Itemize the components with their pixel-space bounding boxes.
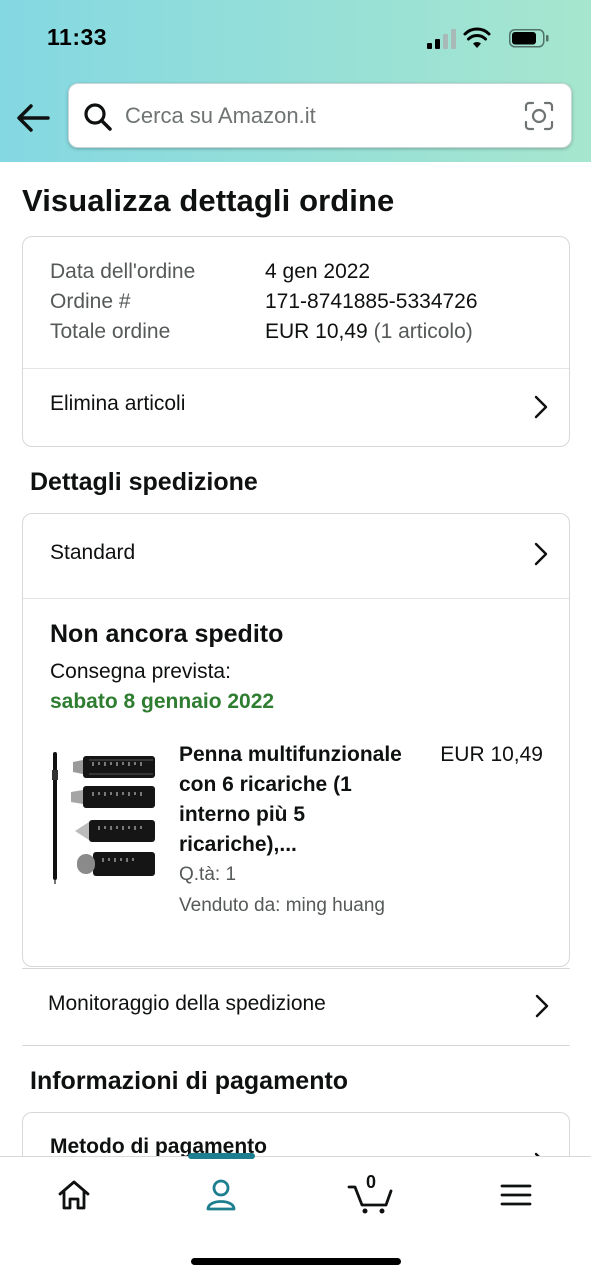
chevron-right-icon [535, 994, 549, 1018]
top-bar: 11:33 [0, 0, 591, 162]
order-number-label: Ordine # [50, 290, 131, 313]
cart-count: 0 [366, 1172, 377, 1192]
status-time: 11:33 [47, 24, 108, 50]
tool-head-2 [71, 786, 155, 808]
search-bar[interactable] [68, 83, 572, 148]
status-icons [427, 26, 563, 50]
delete-items-row[interactable]: Elimina articoli [23, 369, 569, 447]
search-icon [84, 103, 112, 131]
order-total-value-wrap: EUR 10,49 (1 articolo) [265, 317, 473, 347]
order-total-value: EUR 10,49 [265, 320, 368, 343]
arrow-left-icon [17, 104, 50, 132]
delivery-date: sabato 8 gennaio 2022 [50, 690, 275, 713]
nav-menu[interactable] [496, 1175, 540, 1215]
order-date-row: Data dell'ordine 4 gen 2022 [23, 257, 569, 287]
home-icon [58, 1180, 90, 1210]
divider [23, 598, 569, 599]
shipping-card: Standard Non ancora spedito Consegna pre… [22, 513, 570, 967]
order-date-value: 4 gen 2022 [265, 260, 371, 283]
order-total-row: Totale ordine EUR 10,49 (1 articolo) [23, 317, 569, 347]
search-input[interactable] [125, 96, 505, 136]
delivery-label: Consegna prevista: [50, 660, 231, 683]
tracking-row[interactable]: Monitoraggio della spedizione [22, 968, 570, 1046]
system-status-icons [427, 27, 549, 49]
signal-icon [427, 29, 456, 49]
nav-account[interactable] [201, 1175, 245, 1215]
payment-section-title: Informazioni di pagamento [30, 1067, 349, 1095]
tracking-label: Monitoraggio della spedizione [48, 992, 326, 1015]
shipping-method-row[interactable]: Standard [23, 514, 569, 598]
shipping-method-label: Standard [50, 541, 136, 564]
pen-product-icon [52, 752, 155, 884]
chevron-right-icon [534, 395, 548, 419]
active-tab-indicator [188, 1153, 255, 1159]
camera-scan-icon[interactable] [523, 100, 555, 132]
product-title[interactable]: Penna multifunzionale con 6 ricariche (1… [179, 740, 424, 860]
order-item-count: (1 articolo) [373, 320, 473, 343]
page-title: Visualizza dettagli ordine [22, 183, 395, 218]
tool-head-1 [73, 756, 155, 778]
order-number-value: 171-8741885-5334726 [265, 290, 478, 313]
shipping-section-title: Dettagli spedizione [30, 468, 258, 496]
product-price: EUR 10,49 [440, 743, 543, 766]
chevron-right-icon [534, 542, 548, 566]
user-icon [206, 1179, 236, 1211]
delete-items-label: Elimina articoli [50, 392, 186, 415]
product-seller: Venduto da: ming huang [179, 895, 386, 916]
order-summary-card: Data dell'ordine 4 gen 2022 Ordine # 171… [22, 236, 570, 447]
home-indicator[interactable] [191, 1258, 401, 1265]
wifi-icon [463, 27, 491, 48]
order-date-label: Data dell'ordine [50, 260, 196, 283]
shipment-status: Non ancora spedito [50, 620, 284, 648]
product-quantity: Q.tà: 1 [179, 864, 237, 885]
back-button[interactable] [14, 98, 54, 138]
tool-head-4 [77, 852, 155, 876]
nav-home[interactable] [54, 1175, 98, 1215]
product-image[interactable] [49, 750, 157, 884]
tool-head-3 [75, 820, 155, 842]
order-total-label: Totale ordine [50, 320, 171, 343]
menu-icon [500, 1184, 532, 1206]
order-number-row: Ordine # 171-8741885-5334726 [23, 287, 569, 317]
battery-icon [509, 29, 549, 48]
nav-cart[interactable]: 0 [347, 1172, 397, 1215]
